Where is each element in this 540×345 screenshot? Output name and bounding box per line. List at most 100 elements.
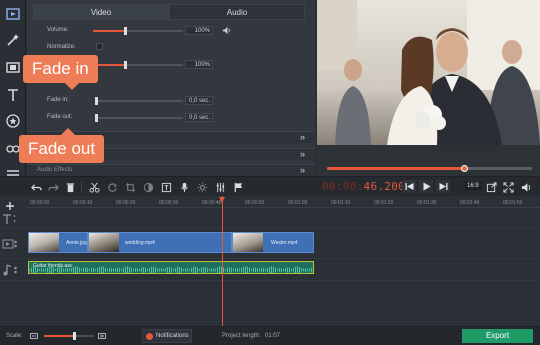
audio-clip[interactable]: Guitar friends.aac	[28, 261, 314, 274]
waveform-bar	[247, 266, 248, 273]
normalize-checkbox[interactable]	[96, 43, 103, 50]
waveform-bar	[29, 269, 30, 271]
waveform-bar	[199, 268, 200, 272]
waveform-bar	[283, 268, 284, 272]
microphone-icon[interactable]	[178, 181, 190, 193]
speed-value[interactable]: 100%	[185, 60, 213, 69]
waveform-bar	[141, 267, 142, 273]
waveform-bar	[55, 268, 56, 272]
waveform-bar	[217, 267, 218, 273]
tab-video[interactable]: Video	[33, 4, 169, 20]
ruler-tick-label: 00:00:50	[245, 200, 265, 206]
cut-icon[interactable]	[88, 181, 100, 193]
waveform-bar	[161, 268, 162, 272]
title-track[interactable]	[0, 209, 540, 229]
volume-slider-handle[interactable]	[123, 27, 127, 35]
waveform-bar	[267, 267, 268, 273]
fade-out-value[interactable]: 0,0 sec.	[185, 113, 213, 122]
timeline-playhead[interactable]	[219, 196, 225, 326]
clip-thumbnail	[233, 233, 263, 252]
volume-value[interactable]: 100%	[185, 26, 213, 35]
waveform-bar	[231, 267, 232, 273]
waveform-bar	[271, 266, 272, 273]
ruler-tick-label: 00:01:50	[503, 200, 523, 206]
zoom-in-icon[interactable]	[98, 332, 106, 340]
delete-icon[interactable]	[64, 181, 76, 193]
redo-icon[interactable]	[47, 181, 59, 193]
rotate-icon[interactable]	[106, 181, 118, 193]
play-icon	[423, 182, 430, 191]
fade-out-slider[interactable]	[95, 114, 183, 122]
flag-icon[interactable]	[232, 181, 244, 193]
detach-preview-icon[interactable]	[485, 181, 497, 193]
waveform-bar	[139, 268, 140, 272]
speaker-icon[interactable]	[222, 26, 231, 35]
import-media-icon[interactable]	[3, 4, 23, 24]
waveform-bar	[151, 266, 152, 273]
waveform-bar	[183, 268, 184, 272]
scale-label: Scale:	[6, 333, 23, 339]
titles-icon[interactable]	[3, 85, 23, 105]
preview-seek-bar[interactable]	[327, 165, 532, 172]
fade-out-slider-handle[interactable]	[95, 114, 98, 122]
insert-title-icon[interactable]	[160, 181, 172, 193]
fade-in-callout: Fade in	[23, 55, 98, 90]
fade-in-value[interactable]: 0,0 sec.	[185, 96, 213, 105]
scale-slider-handle[interactable]	[73, 332, 76, 340]
aspect-ratio-selector[interactable]: 16:9	[465, 182, 481, 190]
waveform-bar	[95, 268, 96, 272]
play-button[interactable]	[419, 180, 433, 193]
waveform-bar	[101, 266, 102, 273]
waveform-bar	[109, 267, 110, 273]
tab-audio[interactable]: Audio	[169, 4, 305, 20]
zoom-out-icon[interactable]	[30, 332, 38, 340]
clip-thumbnail	[89, 233, 119, 252]
waveform-bar	[171, 267, 172, 273]
color-adjust-icon[interactable]	[142, 181, 154, 193]
waveform-bar	[275, 267, 276, 273]
settings-gear-icon[interactable]	[196, 181, 208, 193]
seek-bar-handle[interactable]	[461, 165, 469, 172]
previous-frame-button[interactable]	[402, 180, 416, 193]
volume-slider[interactable]	[93, 27, 183, 35]
clip-annie[interactable]: Annie.jpg	[28, 232, 88, 253]
crop-icon[interactable]	[124, 181, 136, 193]
waveform-bar	[185, 268, 186, 272]
waveform-bar	[83, 267, 84, 273]
time-ruler[interactable]: 00:00:00 00:00:10 00:00:20 00:00:30 00:0…	[26, 196, 540, 208]
speed-slider-handle[interactable]	[123, 61, 127, 69]
waveform-bar	[255, 267, 256, 273]
clip-wedding[interactable]: wedding.mp4	[88, 232, 232, 253]
notifications-button[interactable]: Notifications	[142, 329, 192, 343]
fade-in-slider-handle[interactable]	[95, 97, 98, 105]
waveform-bar	[147, 268, 148, 272]
clip-name: Wester.mp4	[271, 240, 298, 246]
fade-in-slider[interactable]	[95, 97, 183, 105]
speed-slider[interactable]	[93, 61, 183, 69]
preview-video[interactable]	[317, 0, 540, 145]
waveform-bar	[81, 268, 82, 272]
scale-slider[interactable]	[44, 332, 94, 340]
undo-icon[interactable]	[30, 181, 42, 193]
waveform-bar	[123, 267, 124, 273]
fullscreen-icon[interactable]	[502, 181, 514, 193]
notifications-label: Notifications	[156, 333, 189, 339]
volume-icon[interactable]	[520, 181, 532, 193]
chevron-right-icon: »	[299, 132, 305, 142]
volume-slider-fill	[93, 30, 125, 32]
next-frame-button[interactable]	[436, 180, 450, 193]
collapsed-section-audio-effects[interactable]: Audio Effects »	[27, 164, 315, 176]
export-button[interactable]: Export	[462, 329, 533, 343]
equalizer-icon[interactable]	[214, 181, 226, 193]
stickers-icon[interactable]	[3, 111, 23, 131]
waveform-bar	[245, 266, 246, 273]
waveform-bar	[225, 268, 226, 272]
ruler-tick-label: 00:01:20	[374, 200, 394, 206]
waveform-bar	[215, 268, 216, 272]
clip-properties-icon[interactable]	[3, 57, 23, 77]
magic-wand-icon[interactable]	[3, 30, 23, 50]
waveform-bar	[285, 268, 286, 272]
waveform-bar	[91, 268, 92, 272]
waveform-bar	[243, 266, 244, 273]
clip-wester[interactable]: Wester.mp4	[232, 232, 314, 253]
